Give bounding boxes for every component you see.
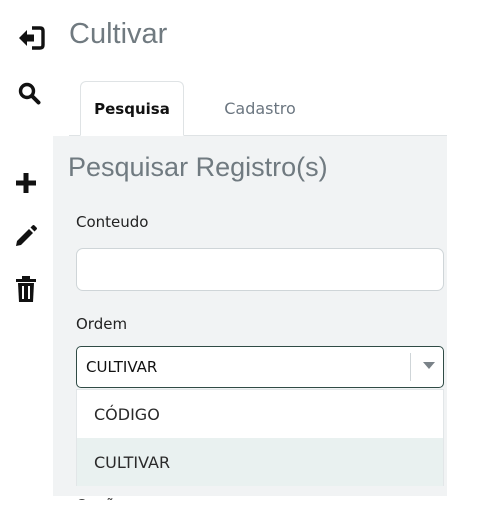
page-title: Cultivar: [69, 18, 168, 50]
content-label: Conteudo: [76, 213, 149, 231]
order-label: Ordem: [76, 315, 128, 333]
panel-title: Pesquisar Registro(s): [68, 152, 328, 182]
content-input[interactable]: [76, 248, 444, 291]
pencil-icon[interactable]: [10, 220, 42, 252]
tab-pesquisa[interactable]: Pesquisa: [80, 81, 184, 136]
order-option-codigo[interactable]: CÓDIGO: [77, 390, 443, 438]
chevron-down-icon[interactable]: [423, 362, 435, 369]
exit-icon[interactable]: [14, 24, 48, 52]
trash-icon[interactable]: [10, 272, 42, 306]
order-select[interactable]: CULTIVAR: [76, 346, 444, 388]
select-divider: [410, 353, 411, 381]
search-icon[interactable]: [12, 78, 46, 108]
order-option-cultivar[interactable]: CULTIVAR: [77, 438, 443, 486]
next-label: Opção: [76, 490, 196, 500]
tab-cadastro[interactable]: Cadastro: [190, 81, 330, 136]
order-select-value: CULTIVAR: [86, 358, 158, 376]
plus-icon[interactable]: [10, 168, 42, 198]
order-dropdown: CÓDIGO CULTIVAR: [76, 389, 444, 486]
